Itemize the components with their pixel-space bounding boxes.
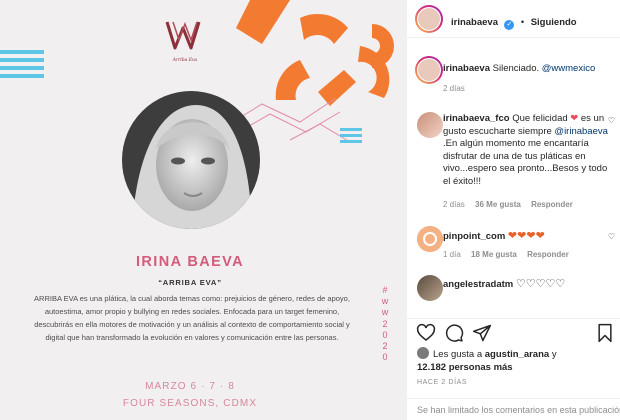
hashtag-char: 0 [382, 352, 388, 363]
logo-tagline: Arriba Eva [172, 58, 198, 63]
commenter-username[interactable]: irinabaeva_fco [443, 113, 510, 124]
commenter-username[interactable]: pinpoint_com [443, 231, 505, 242]
vertical-hashtag: # w w 2 0 2 0 [378, 285, 392, 363]
comment-item: pinpoint_com ❤❤❤❤ 1 día 18 Me gusta Resp… [407, 222, 620, 262]
hashtag-char: w [381, 307, 389, 318]
comment-meta: 1 día 18 Me gusta Responder [443, 250, 569, 259]
like-comment-heart-icon[interactable]: ♡ [608, 232, 615, 241]
comments-panel: irinabaeva ✓ • Siguiendo irinabaeva Sile… [406, 0, 620, 420]
likes-connector: y [551, 349, 557, 360]
reply-button[interactable]: Responder [527, 250, 569, 259]
ww-logo: Arriba Eva [161, 18, 209, 63]
comment-icon[interactable] [444, 323, 464, 343]
comments-limited-notice: Se han limitado los comentarios en esta … [417, 405, 620, 415]
comment-mention[interactable]: @wwmexico [542, 63, 595, 74]
post-image: Arriba Eva IRINA BAEVA “ARRIBA EVA” ARRI… [0, 0, 406, 420]
hashtag-char: # [382, 285, 388, 295]
hashtag-char: 2 [382, 341, 388, 352]
heart-icon[interactable] [416, 323, 436, 343]
share-icon[interactable] [472, 323, 492, 343]
author-username[interactable]: irinabaeva [451, 17, 498, 28]
comment-text: angelestradatm ♡♡♡♡♡ [443, 278, 615, 292]
comment-item: irinabaeva_fco Que felicidad ❤ es un gus… [407, 108, 620, 212]
author-avatar[interactable] [415, 5, 443, 33]
speaker-portrait [122, 91, 260, 229]
following-button[interactable]: Siguiendo [531, 17, 577, 28]
comment-item: irinabaeva Silenciado. @wwmexico 2 días [407, 56, 620, 96]
post-header: irinabaeva ✓ • Siguiendo [407, 0, 620, 38]
comment-likes[interactable]: 18 Me gusta [471, 250, 517, 259]
hashtag-char: 0 [382, 329, 388, 340]
dot-separator: • [520, 17, 525, 28]
comment-time: 2 días [443, 200, 465, 209]
comment-time: 1 día [443, 250, 461, 259]
commenter-avatar[interactable] [417, 112, 443, 138]
verified-badge-icon: ✓ [504, 20, 515, 30]
talk-title: “ARRIBA EVA” [158, 278, 222, 287]
commenter-avatar[interactable] [417, 275, 443, 301]
comment-time: 2 días [443, 84, 465, 93]
orange-shapes [236, 0, 394, 106]
blue-stripes-left [0, 50, 44, 78]
comment-meta: 2 días [443, 84, 465, 93]
comment-body: ❤❤❤❤ [507, 230, 545, 242]
comment-item: angelestradatm ♡♡♡♡♡ [407, 273, 620, 307]
commenter-avatar[interactable] [415, 56, 443, 84]
comment-body: ♡♡♡♡♡ [515, 278, 566, 290]
ww-logo-mark [165, 21, 201, 50]
post-actions [407, 318, 620, 346]
liker-username[interactable]: agustin_arana [485, 349, 549, 360]
likes-others-count[interactable]: 12.182 personas más [417, 362, 513, 373]
comment-meta: 2 días 36 Me gusta Responder [443, 200, 573, 209]
comment-text: irinabaeva_fco Que felicidad ❤ es un gus… [443, 113, 615, 189]
blue-stripes-right [340, 128, 362, 143]
commenter-username[interactable]: angelestradatm [443, 279, 513, 290]
commenter-username[interactable]: irinabaeva [443, 63, 490, 74]
comment-input-bar: Se han limitado los comentarios en esta … [407, 398, 620, 420]
like-comment-heart-icon[interactable]: ♡ [608, 116, 615, 125]
commenter-avatar[interactable] [417, 226, 443, 252]
talk-description: ARRIBA EVA es una plática, la cual abord… [34, 294, 350, 342]
hashtag-char: w [381, 296, 389, 307]
likes-summary: Les gusta a agustin_arana y 12.182 perso… [417, 347, 557, 374]
liker-avatar[interactable] [417, 347, 429, 359]
speaker-name: IRINA BAEVA [135, 254, 245, 270]
likes-prefix: Les gusta a [433, 349, 483, 360]
comment-mention[interactable]: @irinabaeva [554, 126, 607, 137]
comment-text: irinabaeva Silenciado. @wwmexico [443, 63, 615, 76]
header-user-line: irinabaeva ✓ • Siguiendo [451, 12, 577, 30]
comment-body-part: .En algún momento me encantaría disfruta… [443, 138, 608, 187]
comment-body: Silenciado. @wwmexico [492, 63, 596, 74]
hashtag-char: 2 [382, 318, 388, 329]
post-timestamp[interactable]: HACE 2 DÍAS [417, 379, 467, 386]
comment-body-part: Que felicidad [512, 113, 571, 124]
event-dates: MARZO 6 · 7 · 8 [145, 381, 235, 392]
event-venue: FOUR SEASONS, CDMX [122, 398, 258, 409]
reply-button[interactable]: Responder [531, 200, 573, 209]
bookmark-icon[interactable] [595, 323, 615, 343]
comment-likes[interactable]: 36 Me gusta [475, 200, 521, 209]
comment-text: pinpoint_com ❤❤❤❤ [443, 230, 615, 244]
